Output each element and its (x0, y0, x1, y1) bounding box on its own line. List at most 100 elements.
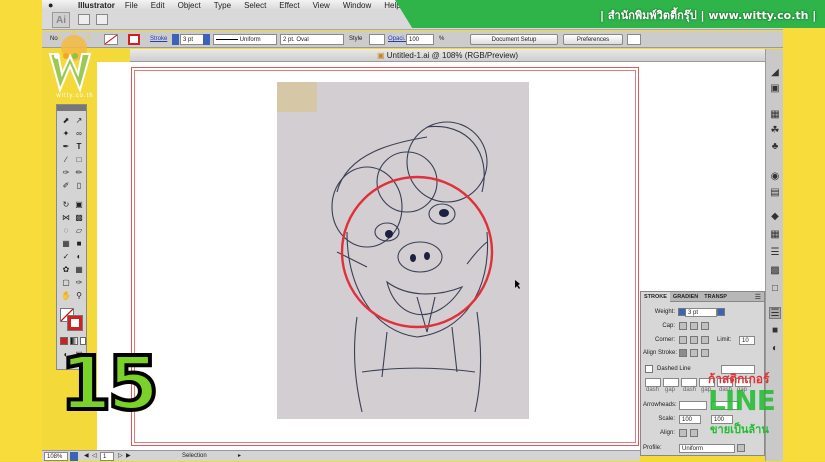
app-name[interactable]: Illustrator (78, 1, 115, 10)
scale-tool-icon[interactable]: ▣ (73, 199, 85, 210)
weight-field[interactable]: 3 pt (685, 308, 717, 317)
layers-icon[interactable]: ◆ (769, 211, 781, 223)
brush-definition-select[interactable]: 2 pt. Oval (280, 34, 344, 45)
shape-builder-tool-icon[interactable]: ◌ (60, 225, 72, 236)
blend-tool-icon[interactable]: ◐ (73, 251, 85, 262)
stroke-weight-stepper[interactable] (172, 34, 179, 45)
menu-effect[interactable]: Effect (279, 1, 299, 10)
tab-transparency[interactable]: TRANSP (701, 294, 730, 300)
arrange-documents-icon[interactable] (96, 14, 108, 25)
menu-type[interactable]: Type (214, 1, 231, 10)
align-inside-button[interactable] (690, 349, 698, 357)
selection-tool-icon[interactable]: ⬈ (60, 115, 72, 126)
slice-tool-icon[interactable]: ✑ (73, 277, 85, 288)
width-tool-icon[interactable]: ⋈ (60, 212, 72, 223)
artboard-tool-icon[interactable]: ▢ (60, 277, 72, 288)
fill-swatch[interactable] (104, 34, 118, 45)
blob-brush-tool-icon[interactable]: ✐ (60, 180, 72, 191)
document-tab[interactable]: ▣ Untitled-1.ai @ 108% (RGB/Preview) (130, 49, 765, 62)
symbols-icon[interactable]: ♣ (769, 141, 781, 153)
profile-select[interactable]: Uniform (679, 444, 735, 453)
gradient-tool-icon[interactable]: ■ (73, 238, 85, 249)
stroke-panel-link[interactable]: Stroke (150, 34, 167, 45)
limit-field[interactable]: 10 (739, 336, 755, 345)
butt-cap-button[interactable] (679, 322, 687, 330)
weight-dropdown[interactable] (717, 308, 725, 316)
miter-join-button[interactable] (679, 336, 687, 344)
perspective-grid-tool-icon[interactable]: ▱ (73, 225, 85, 236)
graphic-styles-icon[interactable]: ▤ (769, 187, 781, 199)
type-tool-icon[interactable]: T (73, 141, 85, 152)
flip-along-button[interactable] (737, 444, 745, 452)
swatches-icon[interactable]: ▦ (769, 109, 781, 121)
panel-menu-icon[interactable]: ☰ (755, 293, 761, 301)
placed-sketch-image[interactable] (277, 82, 529, 419)
preferences-button[interactable]: Preferences (563, 34, 623, 45)
projecting-cap-button[interactable] (701, 322, 709, 330)
dashed-line-checkbox[interactable] (645, 365, 653, 373)
direct-selection-tool-icon[interactable]: ↗ (73, 115, 85, 126)
transform-icon[interactable]: ▦ (769, 229, 781, 241)
round-cap-button[interactable] (690, 322, 698, 330)
zoom-tool-icon[interactable]: ⚲ (73, 290, 85, 301)
arrange-icon[interactable] (627, 34, 641, 45)
bridge-icon[interactable] (78, 14, 90, 25)
zoom-dropdown[interactable] (70, 452, 78, 461)
rectangle-tool-icon[interactable]: □ (73, 154, 85, 165)
rotate-tool-icon[interactable]: ↻ (60, 199, 72, 210)
tab-gradient[interactable]: GRADIEN (670, 294, 701, 300)
transparency-icon[interactable]: ◐ (769, 343, 781, 355)
document-setup-button[interactable]: Document Setup (470, 34, 558, 45)
pencil-tool-icon[interactable]: ✏ (73, 167, 85, 178)
brushes-icon[interactable]: ☘ (769, 125, 781, 137)
start-scale-field[interactable]: 100 (679, 415, 701, 424)
lasso-tool-icon[interactable]: ∞ (73, 128, 85, 139)
magic-wand-tool-icon[interactable]: ✦ (60, 128, 72, 139)
menu-file[interactable]: File (125, 1, 138, 10)
paintbrush-tool-icon[interactable]: ✑ (60, 167, 72, 178)
bevel-join-button[interactable] (701, 336, 709, 344)
mesh-tool-icon[interactable]: ▦ (60, 238, 72, 249)
stroke-color-box[interactable] (67, 315, 83, 331)
color-panel-icon[interactable]: ◢ (769, 67, 781, 79)
eraser-tool-icon[interactable]: ▯ (73, 180, 85, 191)
graphic-style-swatch[interactable] (369, 34, 385, 45)
free-transform-tool-icon[interactable]: ▩ (73, 212, 85, 223)
eyedropper-tool-icon[interactable]: ✓ (60, 251, 72, 262)
menu-object[interactable]: Object (178, 1, 201, 10)
status-menu-arrow[interactable]: ▸ (238, 452, 241, 461)
stroke-swatch[interactable] (128, 34, 140, 45)
menu-view[interactable]: View (313, 1, 330, 10)
hand-tool-icon[interactable]: ✋ (60, 290, 72, 301)
appearance-icon[interactable]: ◉ (769, 171, 781, 183)
opacity-field[interactable]: 100 (406, 34, 434, 45)
zoom-field[interactable]: 108% (44, 452, 68, 461)
tools-panel-header[interactable] (57, 105, 86, 111)
symbol-sprayer-tool-icon[interactable]: ✿ (60, 264, 72, 275)
gradient-icon[interactable]: ■ (769, 325, 781, 337)
menu-edit[interactable]: Edit (151, 1, 165, 10)
align-icon[interactable]: ☰ (769, 247, 781, 259)
weight-stepper[interactable] (678, 308, 686, 316)
prev-artboard-button[interactable]: ◁ (92, 452, 97, 461)
variable-width-profile-select[interactable]: Uniform (213, 34, 277, 45)
artboard-number-field[interactable]: 1 (100, 452, 114, 461)
first-artboard-button[interactable]: ◀ (84, 452, 89, 461)
pathfinder-icon[interactable]: ▩ (769, 265, 781, 277)
color-guide-icon[interactable]: ▣ (769, 83, 781, 95)
stroke-weight-dropdown[interactable] (203, 34, 210, 45)
line-tool-icon[interactable]: ∕ (60, 154, 72, 165)
start-arrowhead-select[interactable] (679, 401, 707, 410)
apple-icon[interactable]: ● (48, 0, 60, 10)
stroke-panel-icon[interactable]: ☰ (769, 307, 781, 319)
column-graph-tool-icon[interactable]: ▦ (73, 264, 85, 275)
pen-tool-icon[interactable]: ✒ (60, 141, 72, 152)
arrow-tip-extend-button[interactable] (679, 429, 687, 437)
tab-stroke[interactable]: STROKE (641, 291, 670, 302)
artboards-icon[interactable]: □ (769, 283, 781, 295)
align-center-button[interactable] (679, 349, 687, 357)
align-outside-button[interactable] (701, 349, 709, 357)
menu-select[interactable]: Select (244, 1, 266, 10)
menu-window[interactable]: Window (343, 1, 371, 10)
next-artboard-button[interactable]: ▷ (118, 452, 123, 461)
